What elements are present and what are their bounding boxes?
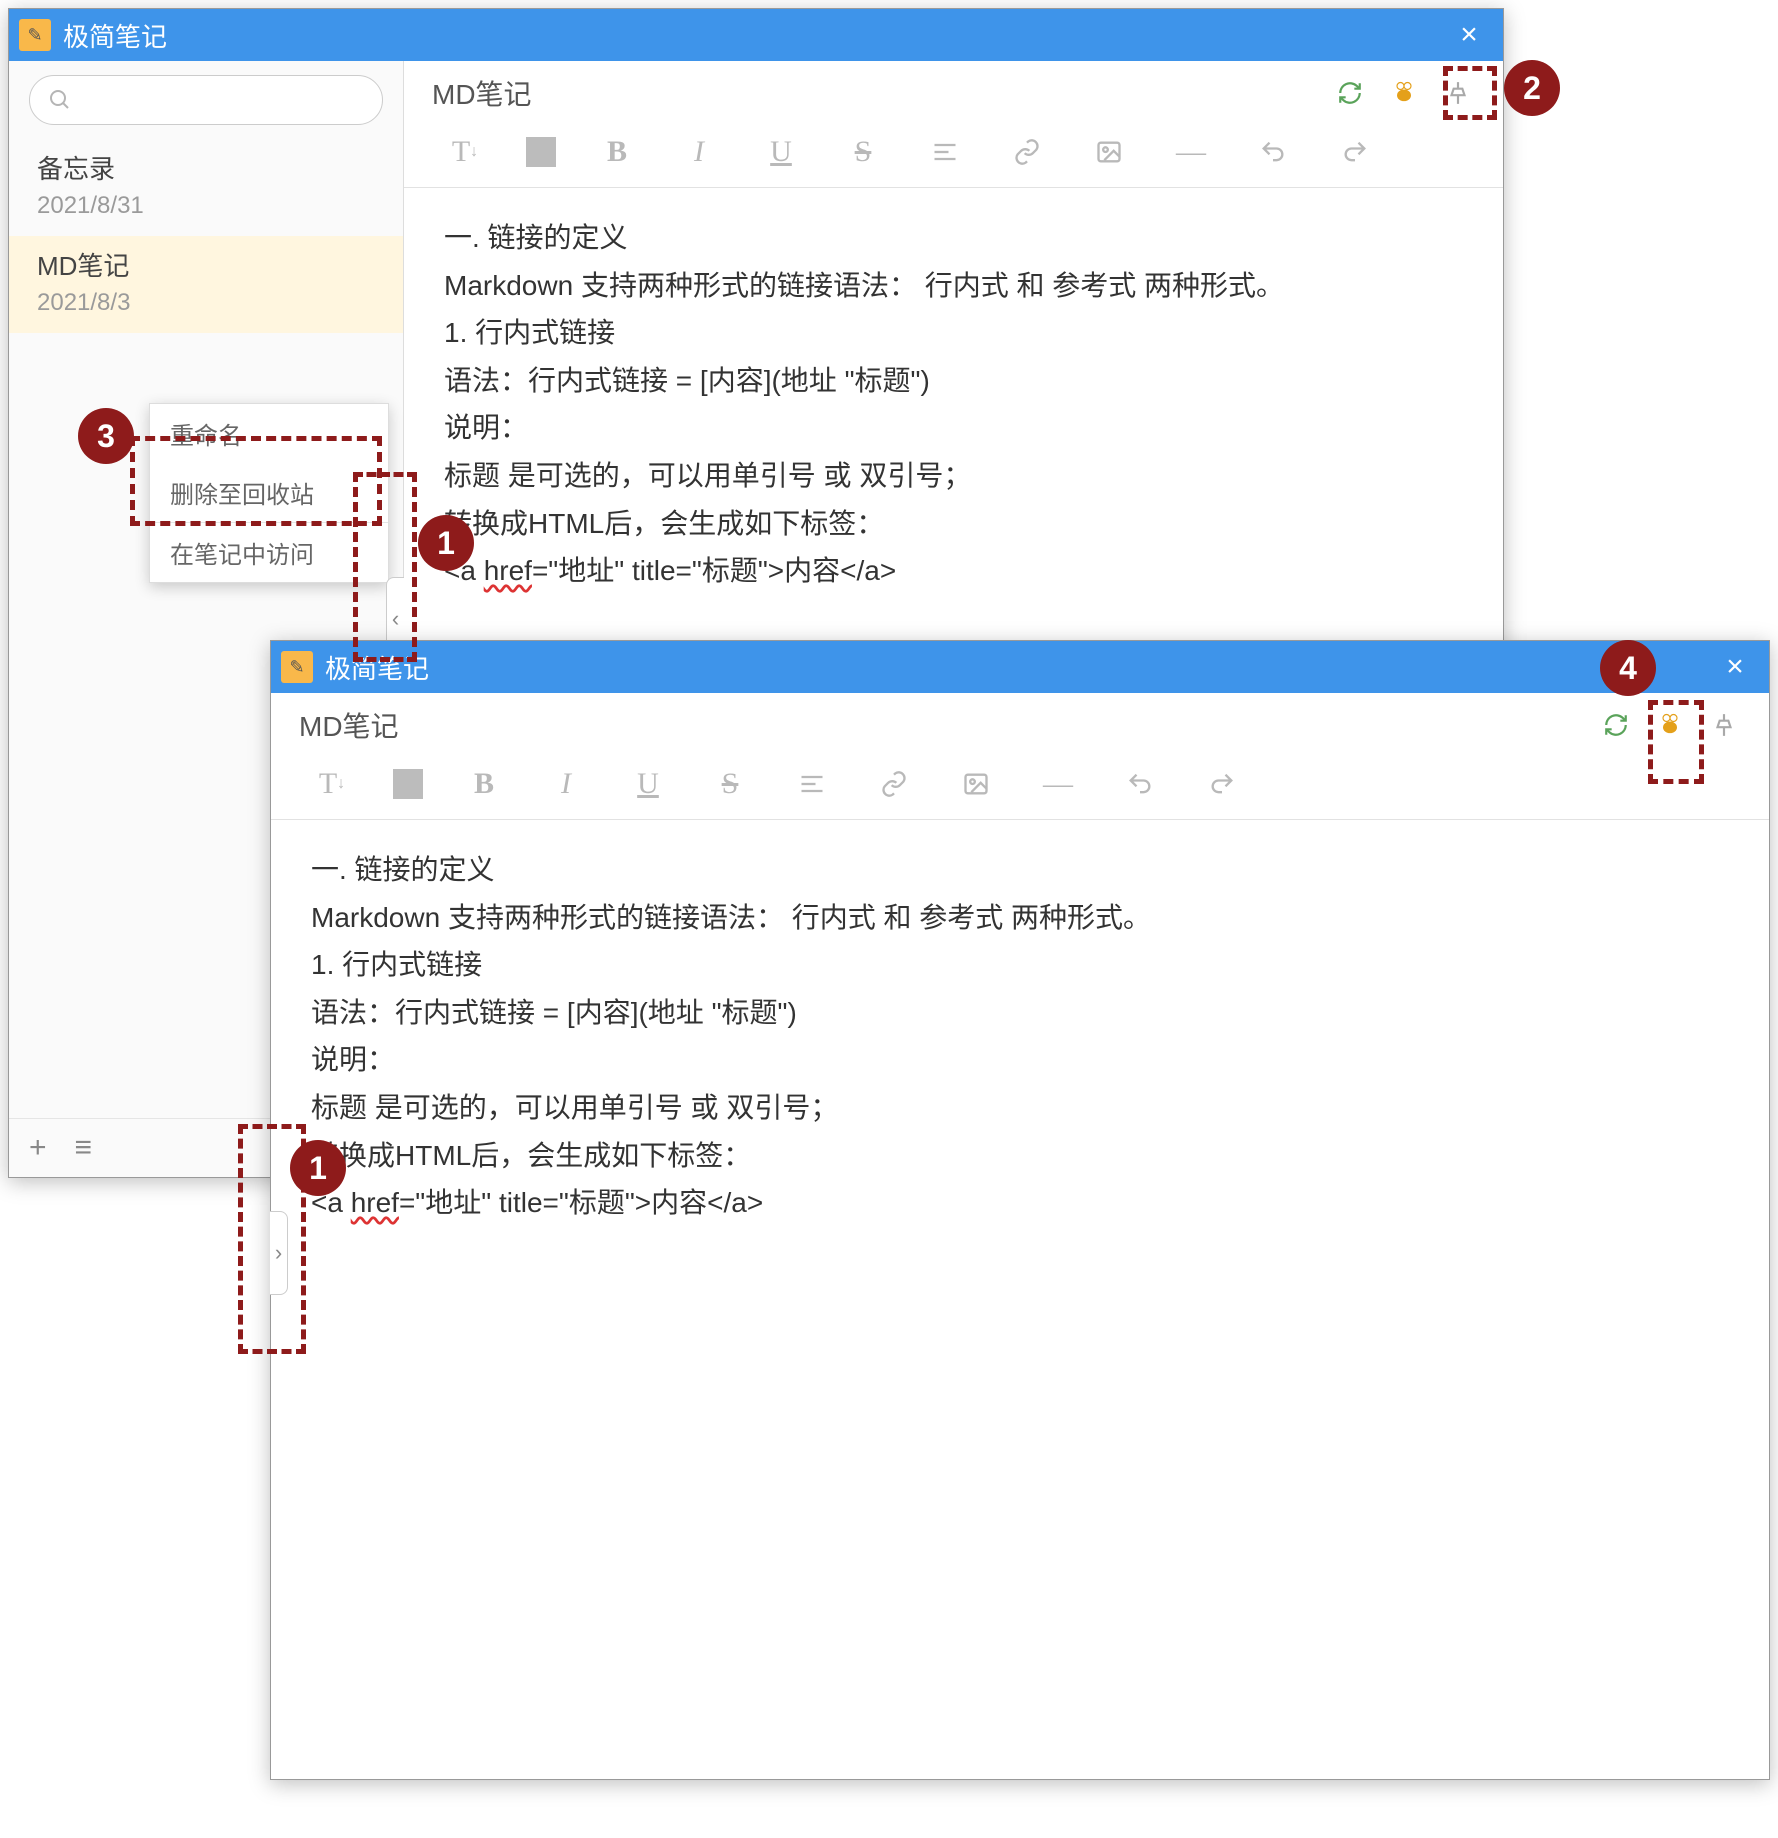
annotation-badge-3: 3 [78, 408, 134, 464]
heading-button[interactable]: T↓ [311, 763, 353, 805]
editor-toolbar: T↓ B I U S — [404, 125, 1503, 188]
sync-icon[interactable] [1599, 708, 1633, 742]
search-input[interactable] [29, 75, 383, 125]
pin-icon[interactable] [1707, 708, 1741, 742]
document-header: MD笔记 [404, 61, 1503, 125]
annotation-badge-4: 4 [1600, 640, 1656, 696]
add-note-button[interactable]: + [29, 1131, 47, 1165]
color-button[interactable] [393, 769, 423, 799]
bold-button[interactable]: B [463, 763, 505, 805]
link-button[interactable] [1006, 131, 1048, 173]
strike-button[interactable]: S [842, 131, 884, 173]
ctx-open-in-notes[interactable]: 在笔记中访问 [150, 523, 388, 582]
redo-button[interactable] [1334, 131, 1376, 173]
heading-button[interactable]: T↓ [444, 131, 486, 173]
editor-pane: › MD笔记 T↓ B I U S — [271, 693, 1769, 1779]
window-close-button[interactable]: × [1711, 650, 1759, 684]
list-view-button[interactable]: ≡ [75, 1131, 93, 1165]
undo-button[interactable] [1119, 763, 1161, 805]
editor-content[interactable]: 一. 链接的定义 Markdown 支持两种形式的链接语法： 行内式 和 参考式… [271, 820, 1769, 1253]
italic-button[interactable]: I [678, 131, 720, 173]
align-button[interactable] [791, 763, 833, 805]
annotation-badge-1b: 1 [290, 1140, 346, 1196]
link-button[interactable] [873, 763, 915, 805]
app-title: 极简笔记 [325, 649, 429, 686]
hr-button[interactable]: — [1170, 131, 1212, 173]
note-title: 备忘录 [37, 149, 375, 186]
titlebar[interactable]: ✎ 极简笔记 × [9, 9, 1503, 61]
app-window-2: ✎ 极简笔记 × › MD笔记 T↓ B I U S [270, 640, 1770, 1780]
note-title: MD笔记 [37, 246, 375, 283]
pin-icon[interactable] [1441, 76, 1475, 110]
annotation-badge-1: 1 [418, 515, 474, 571]
app-icon: ✎ [281, 651, 313, 683]
bee-icon[interactable] [1653, 708, 1687, 742]
ctx-delete[interactable]: 删除至回收站 [150, 463, 388, 522]
color-button[interactable] [526, 137, 556, 167]
app-icon: ✎ [19, 19, 51, 51]
bold-button[interactable]: B [596, 131, 638, 173]
ctx-rename[interactable]: 重命名 [150, 404, 388, 463]
hr-button[interactable]: — [1037, 763, 1079, 805]
document-header: MD笔记 [271, 693, 1769, 757]
strike-button[interactable]: S [709, 763, 751, 805]
image-button[interactable] [1088, 131, 1130, 173]
editor-toolbar: T↓ B I U S — [271, 757, 1769, 820]
window-close-button[interactable]: × [1445, 18, 1493, 52]
underline-button[interactable]: U [760, 131, 802, 173]
note-list-item[interactable]: 备忘录 2021/8/31 [9, 139, 403, 236]
italic-button[interactable]: I [545, 763, 587, 805]
titlebar[interactable]: ✎ 极简笔记 × [271, 641, 1769, 693]
undo-button[interactable] [1252, 131, 1294, 173]
bee-icon[interactable] [1387, 76, 1421, 110]
sidebar-expand-handle[interactable]: › [270, 1211, 288, 1295]
underline-button[interactable]: U [627, 763, 669, 805]
redo-button[interactable] [1201, 763, 1243, 805]
code-line: <a href="地址" title="标题">内容</a> [311, 1179, 1729, 1227]
image-button[interactable] [955, 763, 997, 805]
note-list-item[interactable]: MD笔记 2021/8/3 [9, 236, 403, 333]
sync-icon[interactable] [1333, 76, 1367, 110]
document-title: MD笔记 [432, 73, 532, 113]
note-date: 2021/8/31 [37, 192, 375, 220]
document-title: MD笔记 [299, 705, 399, 745]
note-date: 2021/8/3 [37, 289, 375, 317]
context-menu: 重命名 删除至回收站 在笔记中访问 [149, 403, 389, 583]
editor-content[interactable]: 一. 链接的定义 Markdown 支持两种形式的链接语法： 行内式 和 参考式… [404, 188, 1503, 621]
search-icon [48, 88, 72, 112]
app-title: 极简笔记 [63, 17, 167, 54]
annotation-badge-2: 2 [1504, 60, 1560, 116]
code-line: <a href="地址" title="标题">内容</a> [444, 547, 1463, 595]
align-button[interactable] [924, 131, 966, 173]
